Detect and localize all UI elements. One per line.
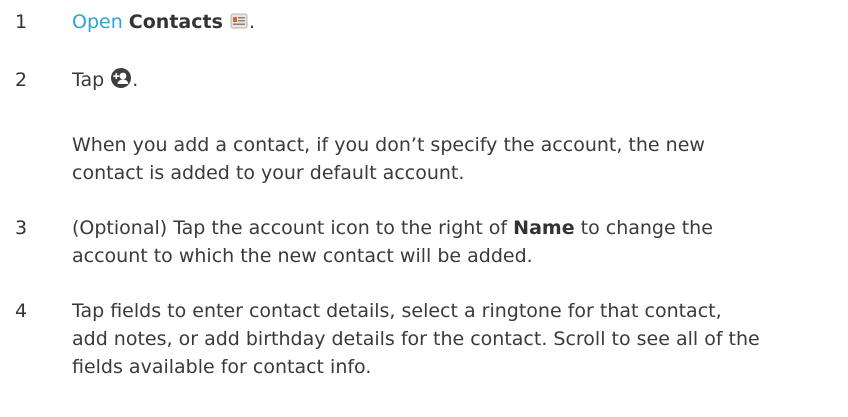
step-number: 1 <box>15 11 28 33</box>
note-line: When you add a contact, if you don’t spe… <box>72 134 705 156</box>
open-link[interactable]: Open <box>72 11 123 33</box>
step-4-line: fields available for contact info. <box>72 356 372 378</box>
instructions-document: 1 Open Contacts . 2 Tap . When you add a… <box>0 0 848 417</box>
add-contact-icon <box>110 67 132 97</box>
name-field-label: Name <box>513 217 575 239</box>
step-text: Tap . <box>72 66 842 97</box>
contacts-app-name: Contacts <box>128 11 223 33</box>
step-3-line-2: account to which the new contact will be… <box>72 245 533 267</box>
step-4-line: add notes, or add birthday details for t… <box>72 328 760 350</box>
step-3-text-after: to change the <box>580 217 713 239</box>
step-number: 4 <box>15 300 28 322</box>
note-line: contact is added to your default account… <box>72 162 465 184</box>
step-3-line-1: (Optional) Tap the account icon to the r… <box>72 214 842 242</box>
step-text: Open Contacts . <box>72 8 842 39</box>
step-text: Tap fields to enter contact details, sel… <box>72 297 842 381</box>
step-3-text-before: (Optional) Tap the account icon to the r… <box>72 217 508 239</box>
contacts-app-icon <box>229 11 249 39</box>
step-4-line: Tap fields to enter contact details, sel… <box>72 300 722 322</box>
step-number: 2 <box>15 69 28 91</box>
tap-text: Tap <box>72 69 105 91</box>
step-2-note: When you add a contact, if you don’t spe… <box>72 131 842 187</box>
step-2-period: . <box>132 69 139 91</box>
step-1-period: . <box>248 11 255 33</box>
step-number: 3 <box>15 217 28 239</box>
step-text: (Optional) Tap the account icon to the r… <box>72 214 842 270</box>
